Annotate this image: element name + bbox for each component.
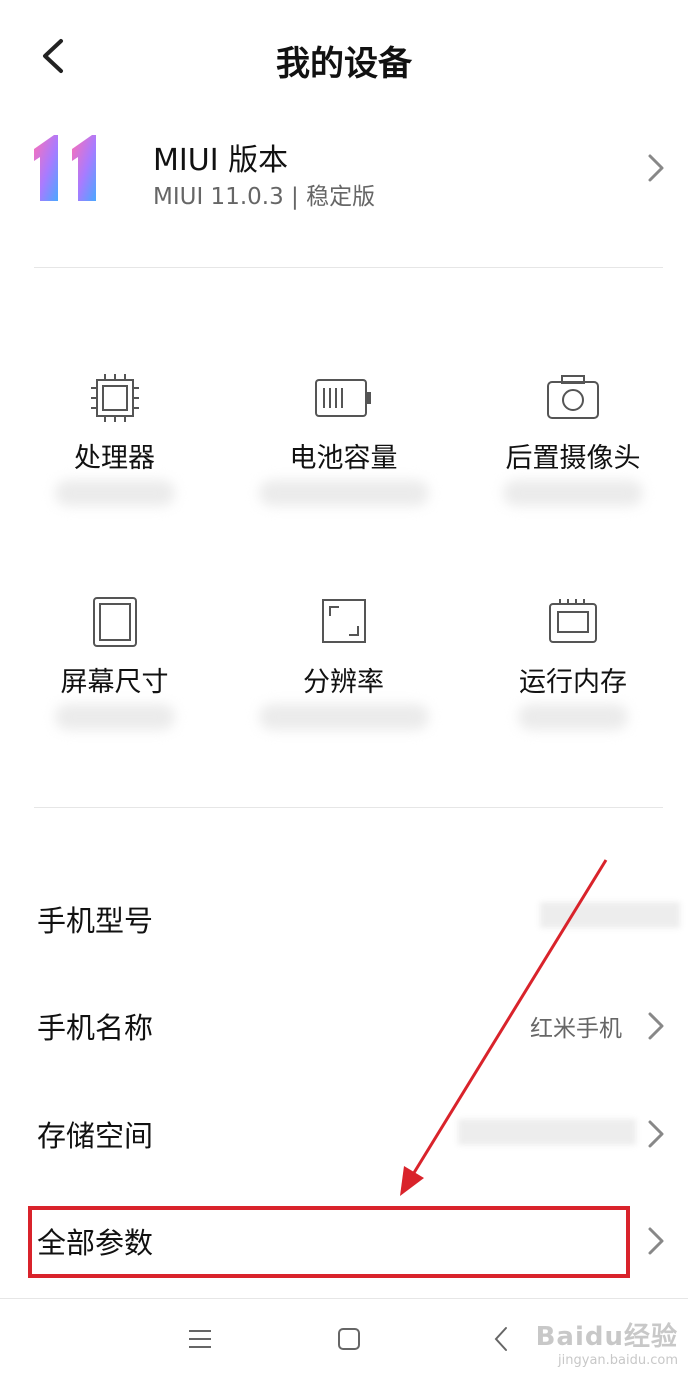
- list-item-storage[interactable]: 存储空间: [0, 1083, 688, 1183]
- redacted-value: [540, 902, 680, 928]
- list-item-label: 手机型号: [37, 904, 154, 938]
- spec-rear-camera[interactable]: 后置摄像头: [458, 350, 688, 550]
- spec-ram[interactable]: 运行内存: [458, 576, 688, 776]
- redacted-value: [458, 1119, 636, 1145]
- divider: [34, 807, 663, 808]
- redacted-value: [258, 480, 429, 506]
- miui-title: MIUI 版本: [153, 143, 289, 178]
- spec-screen-size[interactable]: 屏幕尺寸: [0, 576, 229, 776]
- redacted-value: [54, 704, 175, 730]
- spec-label: 分辨率: [303, 667, 384, 698]
- camera-icon: [547, 375, 599, 419]
- header: 我的设备: [0, 0, 688, 115]
- redacted-value: [503, 480, 643, 506]
- spec-resolution[interactable]: 分辨率: [229, 576, 458, 776]
- chevron-right-icon: [648, 154, 664, 182]
- list-item-value: 红米手机: [530, 1016, 622, 1042]
- spec-label: 后置摄像头: [505, 443, 641, 474]
- miui-logo-icon: [34, 135, 96, 201]
- spec-label: 屏幕尺寸: [60, 667, 169, 698]
- miui-version: MIUI 11.0.3 | 稳定版: [153, 184, 376, 210]
- redacted-value: [258, 704, 429, 730]
- home-square-icon: [338, 1328, 360, 1350]
- menu-button[interactable]: [180, 1319, 220, 1359]
- list-item-model[interactable]: 手机型号: [0, 868, 688, 968]
- screen-icon: [92, 597, 137, 647]
- highlight-box: [28, 1206, 630, 1278]
- miui-version-row[interactable]: MIUI 版本 MIUI 11.0.3 | 稳定版: [0, 115, 688, 265]
- spec-processor[interactable]: 处理器: [0, 350, 229, 550]
- spec-label: 处理器: [74, 443, 155, 474]
- list-item-label: 手机名称: [37, 1011, 154, 1045]
- nav-back-button[interactable]: [481, 1319, 521, 1359]
- list-item-label: 存储空间: [37, 1119, 154, 1153]
- redacted-value: [518, 704, 628, 730]
- chevron-right-icon: [648, 1120, 664, 1148]
- spec-label: 运行内存: [519, 667, 627, 698]
- device-page: 我的设备 MIUI 版本 MIUI 11.0.3 | 稳定版 处理器 电池容量 …: [0, 0, 688, 1375]
- spec-label: 电池容量: [289, 443, 398, 474]
- watermark: Baidu经验 jingyan.baidu.com: [535, 1322, 678, 1368]
- resolution-icon: [321, 599, 366, 643]
- divider: [34, 267, 663, 268]
- memory-icon: [549, 599, 597, 643]
- back-triangle-icon: [494, 1327, 507, 1351]
- battery-icon: [314, 379, 371, 417]
- chevron-right-icon: [648, 1227, 664, 1255]
- home-button[interactable]: [329, 1319, 369, 1359]
- page-title: 我的设备: [276, 44, 412, 84]
- processor-chip-icon: [90, 374, 139, 422]
- menu-icon: [189, 1330, 211, 1348]
- spec-battery[interactable]: 电池容量: [229, 350, 458, 550]
- redacted-value: [54, 480, 175, 506]
- list-item-phone-name[interactable]: 手机名称 红米手机: [0, 975, 688, 1075]
- chevron-right-icon: [648, 1012, 664, 1040]
